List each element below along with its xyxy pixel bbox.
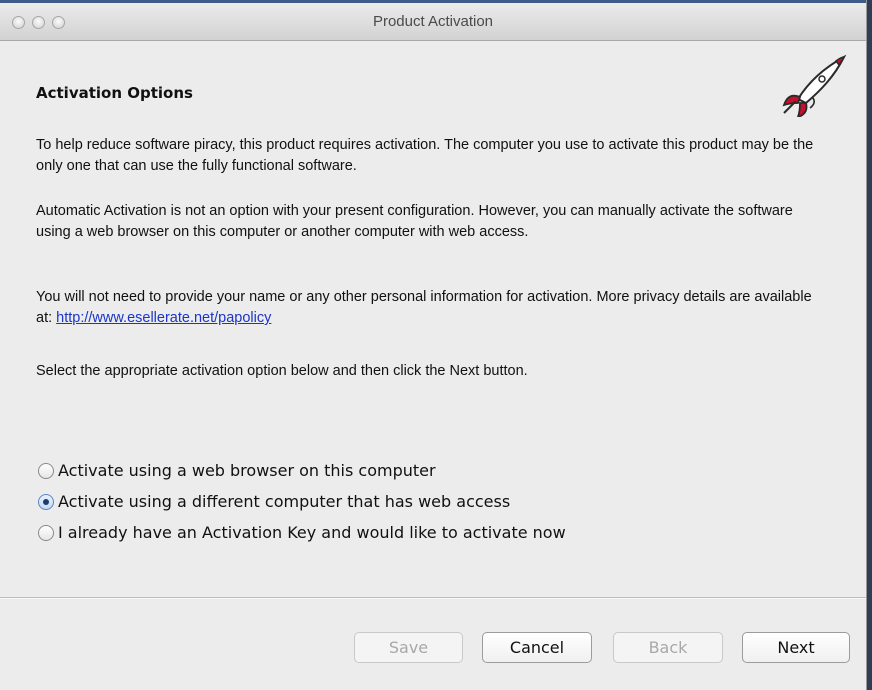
radio-button-selected[interactable] [38, 493, 54, 510]
window-title: Product Activation [372, 13, 494, 30]
rocket-icon [782, 54, 847, 117]
option-different-computer[interactable]: Activate using a different computer that… [38, 486, 566, 517]
back-button[interactable]: Back [613, 632, 723, 663]
option-label: Activate using a web browser on this com… [58, 461, 436, 480]
option-web-browser-this-computer[interactable]: Activate using a web browser on this com… [38, 455, 566, 486]
piracy-paragraph: To help reduce software piracy, this pro… [36, 137, 814, 174]
title-bar: Product Activation [0, 3, 866, 41]
radio-button[interactable] [38, 462, 54, 479]
privacy-policy-link[interactable]: http://www.esellerate.net/papolicy [56, 310, 271, 326]
section-heading: Activation Options [36, 84, 193, 102]
save-button[interactable]: Save [354, 632, 463, 663]
cancel-button[interactable]: Cancel [482, 632, 592, 663]
dialog-content: Activation Options To help reduce softwa… [0, 41, 866, 597]
privacy-paragraph: You will not need to provide your name o… [36, 287, 826, 329]
activation-window: Product Activation Activation Options To… [0, 0, 867, 690]
next-button[interactable]: Next [742, 632, 850, 663]
activation-option-group: Activate using a web browser on this com… [38, 455, 566, 548]
instruction-paragraph: Select the appropriate activation option… [36, 363, 528, 379]
option-label: Activate using a different computer that… [58, 492, 511, 511]
option-have-activation-key[interactable]: I already have an Activation Key and wou… [38, 517, 566, 548]
option-label: I already have an Activation Key and wou… [58, 523, 566, 542]
radio-button[interactable] [38, 524, 54, 541]
automatic-activation-paragraph: Automatic Activation is not an option wi… [36, 203, 793, 240]
footer-divider-highlight [0, 598, 866, 599]
